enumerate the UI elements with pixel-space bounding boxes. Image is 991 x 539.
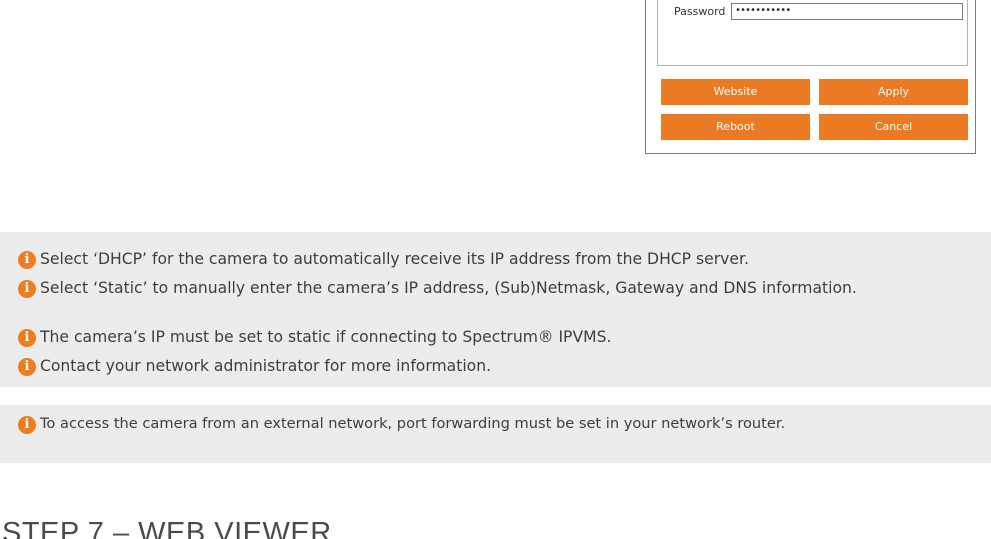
credentials-group: Password ••••••••••• <box>657 0 968 66</box>
network-settings-dialog: Password ••••••••••• Website Apply Reboo… <box>645 0 976 154</box>
password-field[interactable]: ••••••••••• <box>731 3 963 20</box>
note-port-forwarding: i To access the camera from an external … <box>18 415 961 434</box>
note-dhcp: i Select ‘DHCP’ for the camera to automa… <box>18 250 981 269</box>
note-dhcp-text: Select ‘DHCP’ for the camera to automati… <box>40 250 749 268</box>
network-notes-box: i Select ‘DHCP’ for the camera to automa… <box>0 232 991 387</box>
page: Password ••••••••••• Website Apply Reboo… <box>0 0 991 539</box>
info-icon: i <box>18 251 36 269</box>
note-contact-admin-text: Contact your network administrator for m… <box>40 357 492 375</box>
website-button[interactable]: Website <box>661 79 810 105</box>
note-spectrum: i The camera’s IP must be set to static … <box>18 328 981 347</box>
cancel-button[interactable]: Cancel <box>819 114 968 140</box>
info-icon: i <box>18 416 36 434</box>
note-static: i Select ‘Static’ to manually enter the … <box>18 279 981 298</box>
apply-button[interactable]: Apply <box>819 79 968 105</box>
info-icon: i <box>18 358 36 376</box>
note-spectrum-text: The camera’s IP must be set to static if… <box>40 328 612 346</box>
password-label: Password <box>674 5 726 18</box>
note-static-text: Select ‘Static’ to manually enter the ca… <box>40 279 857 297</box>
note-port-forwarding-text: To access the camera from an external ne… <box>40 415 786 432</box>
note-contact-admin: i Contact your network administrator for… <box>18 357 981 376</box>
port-forwarding-note-box: i To access the camera from an external … <box>0 405 991 463</box>
info-icon: i <box>18 280 36 298</box>
step-heading: STEP 7 – WEB VIEWER <box>2 517 332 539</box>
info-icon: i <box>18 329 36 347</box>
reboot-button[interactable]: Reboot <box>661 114 810 140</box>
